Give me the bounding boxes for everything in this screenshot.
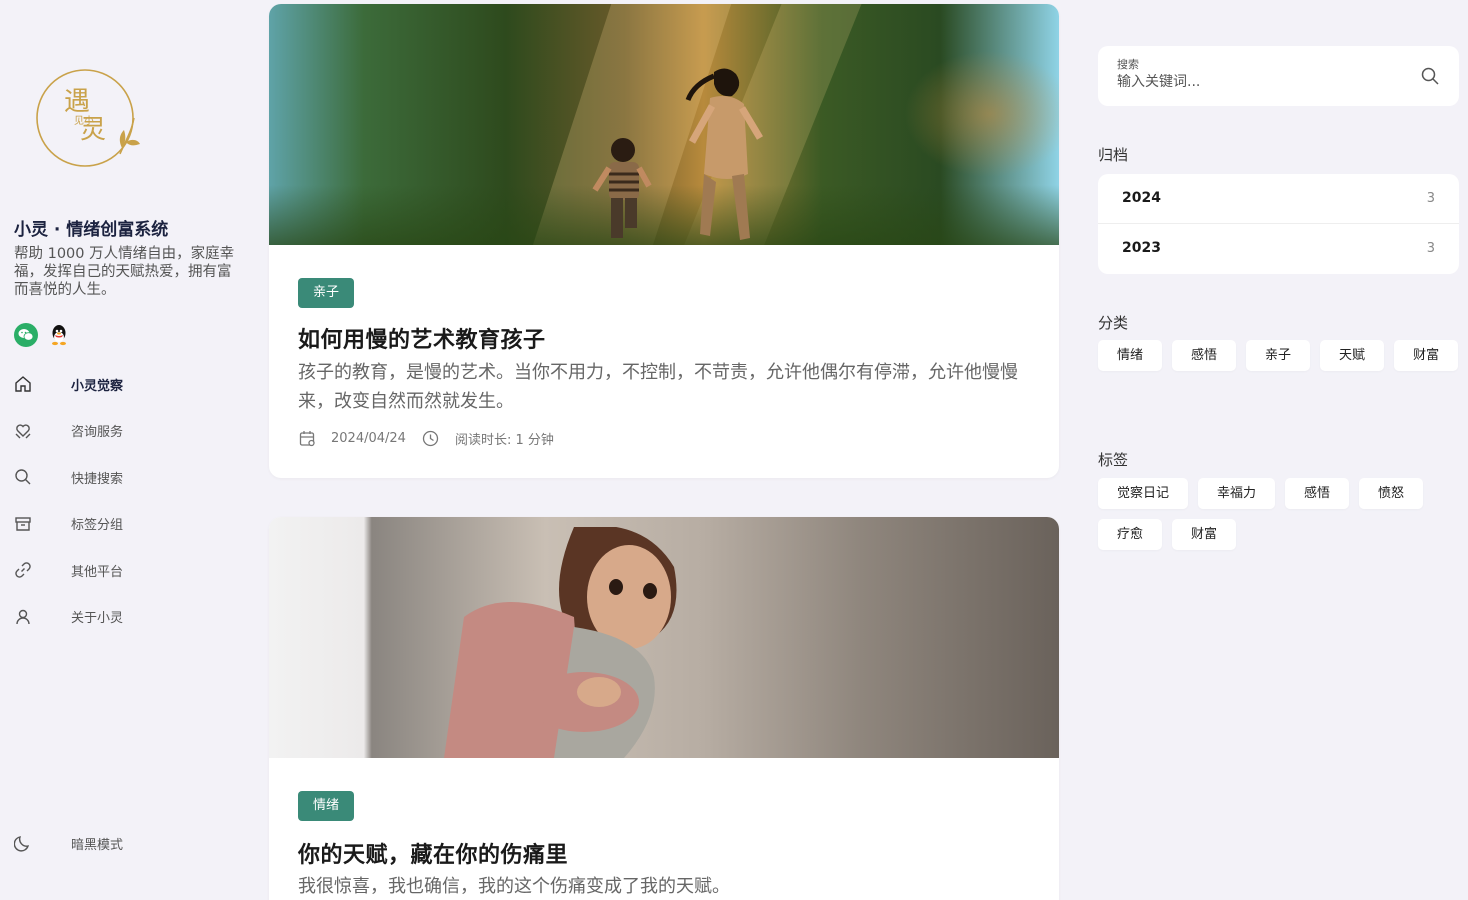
archive-count: 3 xyxy=(1426,191,1435,206)
category-badge[interactable]: 情绪 xyxy=(298,791,355,821)
site-description: 帮助 1000 万人情绪自由，家庭幸福，发挥自己的天赋热爱，拥有富而喜悦的人生。 xyxy=(14,246,235,298)
tags-title: 标签 xyxy=(1098,451,1129,469)
archive-icon xyxy=(13,514,33,534)
category-chip[interactable]: 亲子 xyxy=(1246,340,1311,371)
post-title[interactable]: 你的天赋，藏在你的伤痛里 xyxy=(298,837,568,869)
post-excerpt: 我很惊喜，我也确信，我的这个伤痛变成了我的天赋。 xyxy=(298,876,730,897)
svg-text:遇: 遇 xyxy=(64,87,90,117)
post-card[interactable]: 情绪 你的天赋，藏在你的伤痛里 我很惊喜，我也确信，我的这个伤痛变成了我的天赋。 xyxy=(269,517,1059,900)
post-cover-image[interactable] xyxy=(269,4,1059,245)
archive-item[interactable]: 2024 3 xyxy=(1098,174,1459,224)
dark-mode-label: 暗黑模式 xyxy=(71,837,124,853)
social-links xyxy=(14,323,71,347)
nav-item-label: 小灵觉察 xyxy=(71,378,124,394)
tag-chip[interactable]: 愤怒 xyxy=(1359,478,1424,509)
link-icon xyxy=(13,560,33,580)
nav-item-awareness[interactable]: 小灵觉察 xyxy=(0,361,250,408)
post-excerpt: 孩子的教育，是慢的艺术。当你不用力，不控制，不苛责，允许他偶尔有停滞，允许他慢慢… xyxy=(298,362,1018,412)
archive-item[interactable]: 2023 3 xyxy=(1098,224,1459,274)
category-chip[interactable]: 天赋 xyxy=(1320,340,1385,371)
main-nav: 小灵觉察 咨询服务 快捷搜索 标签分组 其他平台 关于小灵 xyxy=(0,361,250,640)
nav-item-tags[interactable]: 标签分组 xyxy=(0,501,250,548)
tag-list: 觉察日记 幸福力 感悟 愤怒 疗愈 财富 xyxy=(1098,478,1459,550)
moon-icon xyxy=(13,833,33,853)
nav-item-search[interactable]: 快捷搜索 xyxy=(0,454,250,501)
category-chip[interactable]: 感悟 xyxy=(1172,340,1237,371)
svg-text:见小: 见小 xyxy=(74,115,94,127)
nav-item-label: 咨询服务 xyxy=(71,425,124,441)
nav-item-label: 关于小灵 xyxy=(71,611,124,627)
clock-icon xyxy=(422,430,440,448)
post-date: 2024/04/24 xyxy=(331,431,406,446)
nav-item-about[interactable]: 关于小灵 xyxy=(0,594,250,641)
post-cover-image[interactable] xyxy=(269,517,1059,758)
site-logo[interactable]: 遇 灵 见小 xyxy=(34,68,144,170)
archive-title: 归档 xyxy=(1098,146,1129,164)
post-card[interactable]: 亲子 如何用慢的艺术教育孩子 孩子的教育，是慢的艺术。当你不用力，不控制，不苛责… xyxy=(269,4,1059,478)
archive-count: 3 xyxy=(1426,241,1435,256)
search-icon[interactable] xyxy=(1419,65,1441,87)
categories-title: 分类 xyxy=(1098,314,1129,332)
tag-chip[interactable]: 感悟 xyxy=(1285,478,1350,509)
tag-chip[interactable]: 疗愈 xyxy=(1098,519,1163,550)
archive-year: 2023 xyxy=(1122,240,1161,256)
heart-hand-icon xyxy=(13,421,33,441)
search-input[interactable] xyxy=(1117,74,1397,90)
category-list: 情绪 感悟 亲子 天赋 财富 xyxy=(1098,340,1459,371)
wechat-icon[interactable] xyxy=(14,323,38,347)
child-figure xyxy=(592,138,652,238)
nav-item-consulting[interactable]: 咨询服务 xyxy=(0,408,250,455)
user-icon xyxy=(13,607,33,627)
tag-chip[interactable]: 财富 xyxy=(1172,519,1237,550)
mother-figure xyxy=(685,68,764,240)
archive-list: 2024 3 2023 3 xyxy=(1098,174,1459,274)
left-sidebar: 遇 灵 见小 小灵 · 情绪创富系统 帮助 1000 万人情绪自由，家庭幸福，发… xyxy=(0,0,250,900)
category-chip[interactable]: 财富 xyxy=(1394,340,1459,371)
post-title[interactable]: 如何用慢的艺术教育孩子 xyxy=(298,322,546,354)
search-icon xyxy=(13,467,33,487)
sad-child-figure xyxy=(444,527,677,758)
read-time: 阅读时长: 1 分钟 xyxy=(454,433,554,448)
tag-chip[interactable]: 幸福力 xyxy=(1198,478,1276,509)
category-chip[interactable]: 情绪 xyxy=(1098,340,1163,371)
home-icon xyxy=(13,374,33,394)
archive-year: 2024 xyxy=(1122,190,1161,206)
post-meta: 2024/04/24 阅读时长: 1 分钟 xyxy=(298,429,570,448)
site-title: 小灵 · 情绪创富系统 xyxy=(14,220,169,240)
search-box: 搜索 xyxy=(1098,46,1459,106)
nav-item-label: 快捷搜索 xyxy=(71,471,124,487)
dark-mode-toggle[interactable]: 暗黑模式 xyxy=(0,820,250,866)
nav-item-platforms[interactable]: 其他平台 xyxy=(0,547,250,594)
qq-icon[interactable] xyxy=(47,323,71,347)
search-label: 搜索 xyxy=(1117,58,1139,71)
nav-item-label: 标签分组 xyxy=(71,518,124,534)
post-feed: 亲子 如何用慢的艺术教育孩子 孩子的教育，是慢的艺术。当你不用力，不控制，不苛责… xyxy=(269,0,1059,900)
nav-item-label: 其他平台 xyxy=(71,564,124,580)
category-badge[interactable]: 亲子 xyxy=(298,278,355,308)
tag-chip[interactable]: 觉察日记 xyxy=(1098,478,1189,509)
calendar-icon xyxy=(298,430,316,448)
